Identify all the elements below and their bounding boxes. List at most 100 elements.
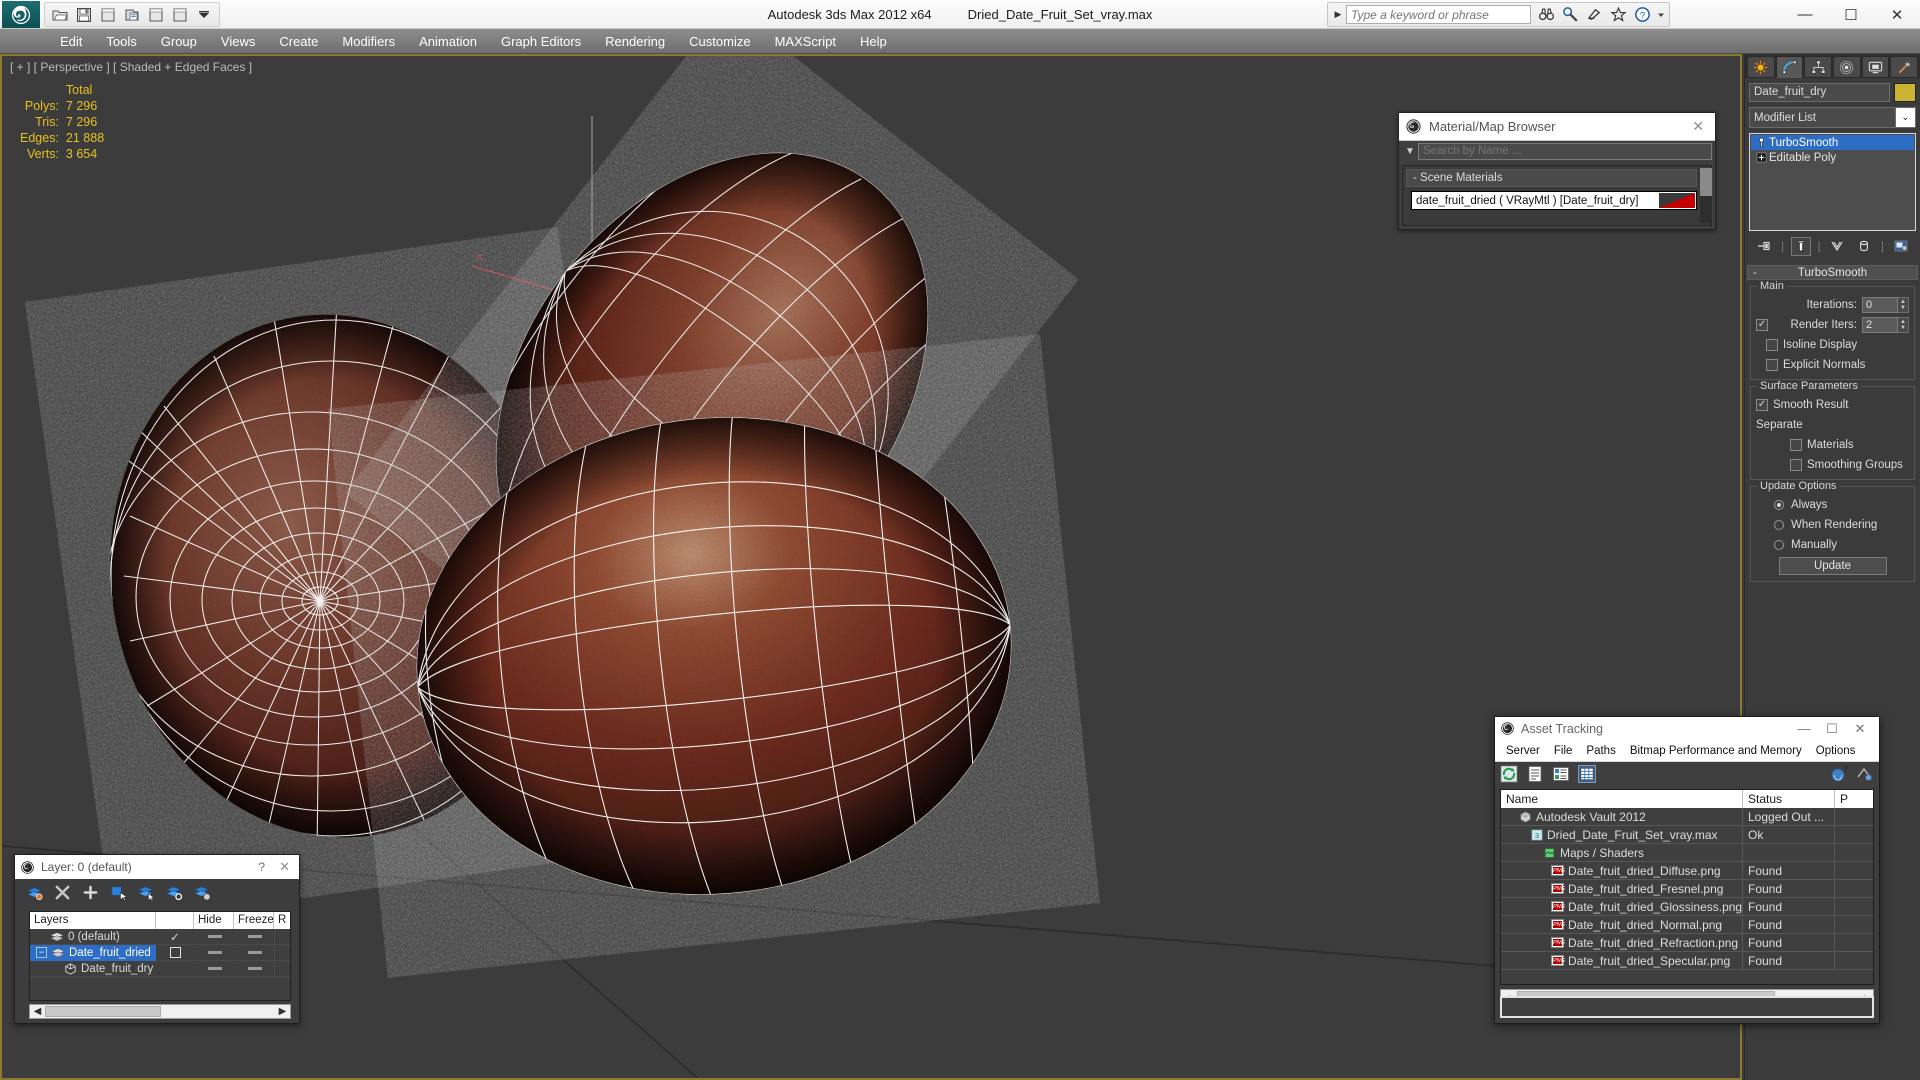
- layer-row-date-fruit-dry[interactable]: Date_fruit_dry: [30, 960, 290, 977]
- asset-row-diffuse[interactable]: PNG Date_fruit_dried_Diffuse.png Found: [1501, 861, 1873, 880]
- layer-freeze-toggle[interactable]: [234, 951, 274, 954]
- maximize-button[interactable]: ☐: [1828, 0, 1874, 29]
- explicit-normals-checkbox[interactable]: [1766, 358, 1778, 371]
- layer-render-toggle[interactable]: [274, 960, 290, 977]
- isoline-display-checkbox[interactable]: [1766, 338, 1778, 351]
- asset-name-cell[interactable]: 3 Dried_Date_Fruit_Set_vray.max: [1501, 825, 1743, 844]
- create-tab[interactable]: [1747, 56, 1775, 78]
- asset-name-cell[interactable]: PNG Date_fruit_dried_Fresnel.png: [1501, 879, 1743, 898]
- render-iters-row[interactable]: Render Iters: 2 ▲▼: [1756, 316, 1909, 333]
- layer-toolbar[interactable]: [15, 879, 299, 905]
- search-expand-icon[interactable]: ▶: [1330, 4, 1346, 25]
- update-button[interactable]: Update: [1778, 557, 1887, 575]
- asset-name-cell[interactable]: PNG Date_fruit_dried_Diffuse.png: [1501, 861, 1743, 880]
- dropdown-icon[interactable]: [1655, 4, 1667, 25]
- material-browser-body[interactable]: - Scene Materials date_fruit_dried ( VRa…: [1402, 165, 1712, 226]
- new-scene-icon[interactable]: [145, 4, 167, 25]
- update-always-radio[interactable]: [1774, 499, 1784, 510]
- help-icon[interactable]: ?: [1631, 4, 1654, 25]
- layer-hide-toggle[interactable]: [194, 951, 234, 954]
- asset-name-cell[interactable]: PNG Date_fruit_dried_Specular.png: [1501, 951, 1743, 970]
- utilities-tab[interactable]: [1890, 56, 1919, 78]
- menu-item-tools[interactable]: Tools: [94, 29, 148, 54]
- window-controls[interactable]: — ☐ ✕: [1782, 0, 1920, 29]
- pin-stack-icon[interactable]: [1754, 237, 1774, 256]
- asset-tracking-toolbar[interactable]: ?: [1495, 762, 1879, 786]
- layer-render-toggle[interactable]: [274, 944, 290, 961]
- rollout-header[interactable]: - TurboSmooth: [1747, 265, 1918, 280]
- wrench-icon[interactable]: [1559, 4, 1582, 25]
- material-search-row[interactable]: ▼: [1399, 141, 1715, 161]
- modifier-stack-item-turbosmooth[interactable]: TurboSmooth: [1751, 135, 1914, 150]
- close-icon[interactable]: ✕: [275, 859, 294, 875]
- turbosmooth-rollout[interactable]: - TurboSmooth Main Iterations: 0 ▲▼ Rend…: [1747, 265, 1918, 582]
- smooth-result-checkbox[interactable]: [1756, 398, 1768, 411]
- update-when-rendering-row[interactable]: When Rendering: [1756, 516, 1909, 533]
- iterations-spinner[interactable]: 0 ▲ ▼: [1862, 296, 1909, 313]
- select-objects-icon[interactable]: [109, 883, 127, 901]
- update-always-row[interactable]: Always: [1756, 496, 1909, 513]
- date-fruit-left[interactable]: [77, 285, 594, 866]
- update-manually-row[interactable]: Manually: [1756, 536, 1909, 553]
- layer-freeze-toggle[interactable]: [234, 967, 274, 970]
- filter-dropdown-icon[interactable]: ▼: [1402, 146, 1418, 157]
- show-end-result-icon[interactable]: [1790, 236, 1811, 256]
- display-tab[interactable]: [1861, 56, 1890, 78]
- material-search-input[interactable]: [1418, 142, 1712, 160]
- asset-row-refraction[interactable]: PNG Date_fruit_dried_Refraction.png Foun…: [1501, 933, 1873, 952]
- star-icon[interactable]: [1607, 4, 1630, 25]
- save-file-icon[interactable]: [73, 4, 95, 25]
- layer-panel[interactable]: Layer: 0 (default) ? ✕ Layers Hide Freez…: [14, 854, 300, 1024]
- render-iters-value[interactable]: 2: [1862, 316, 1898, 333]
- delete-layer-icon[interactable]: [53, 883, 71, 901]
- scroll-right-icon[interactable]: ▶: [275, 1006, 290, 1017]
- modify-tab[interactable]: [1775, 56, 1804, 78]
- menu-item-animation[interactable]: Animation: [407, 29, 489, 54]
- asset-row-maps-shaders[interactable]: Maps / Shaders: [1501, 843, 1873, 862]
- grid-view-icon[interactable]: [1578, 765, 1596, 783]
- max-logo-icon[interactable]: [2, 1, 40, 28]
- new-layer-icon[interactable]: [25, 883, 43, 901]
- asset-row-glossiness[interactable]: PNG Date_fruit_dried_Glossiness.png Foun…: [1501, 897, 1873, 916]
- highlight-selected-icon[interactable]: [165, 883, 183, 901]
- asset-row-specular[interactable]: PNG Date_fruit_dried_Specular.png Found: [1501, 951, 1873, 970]
- asset-tracking-menu-bar[interactable]: Server File Paths Bitmap Performance and…: [1495, 740, 1879, 762]
- spinner-arrows-icon[interactable]: ▲ ▼: [1898, 296, 1909, 313]
- layer-name-cell[interactable]: − Date_fruit_dried: [30, 944, 156, 961]
- menu-item-bitmap-performance[interactable]: Bitmap Performance and Memory: [1623, 740, 1809, 762]
- command-panel-tabs[interactable]: [1745, 54, 1920, 78]
- status-icon[interactable]: [1856, 765, 1874, 783]
- satellite-icon[interactable]: [1583, 4, 1606, 25]
- material-browser-scrollbar[interactable]: [1700, 168, 1712, 223]
- close-button[interactable]: ✕: [1874, 0, 1920, 29]
- object-name-row[interactable]: Date_fruit_dry: [1745, 78, 1920, 102]
- object-name-field[interactable]: Date_fruit_dry: [1749, 83, 1890, 102]
- refresh-icon[interactable]: [1500, 765, 1518, 783]
- menu-item-file[interactable]: File: [1547, 740, 1580, 762]
- layer-row-date-fruit-dried[interactable]: − Date_fruit_dried: [30, 944, 290, 961]
- qat-dropdown-icon[interactable]: [193, 4, 215, 25]
- close-button[interactable]: ✕: [1846, 721, 1874, 737]
- select-highlighted-icon[interactable]: [137, 883, 155, 901]
- menu-item-views[interactable]: Views: [209, 29, 267, 54]
- collapse-icon[interactable]: -: [1753, 267, 1757, 279]
- scroll-left-icon[interactable]: ◀: [30, 1006, 45, 1017]
- search-input[interactable]: [1346, 5, 1531, 24]
- open-file-icon[interactable]: [49, 4, 71, 25]
- configure-sets-icon[interactable]: [1891, 237, 1911, 256]
- layer-panel-horizontal-scrollbar[interactable]: ◀ ▶: [29, 1004, 291, 1019]
- layer-freeze-toggle[interactable]: [234, 935, 274, 938]
- list-view-icon[interactable]: [1526, 765, 1544, 783]
- scene-materials-group[interactable]: - Scene Materials: [1406, 169, 1697, 187]
- iterations-row[interactable]: Iterations: 0 ▲ ▼: [1756, 296, 1909, 313]
- isoline-display-row[interactable]: Isoline Display: [1756, 336, 1909, 353]
- asset-tracking-window[interactable]: Asset Tracking — ☐ ✕ Server File Paths B…: [1494, 716, 1880, 1024]
- search-toolbar[interactable]: ▶ ?: [1327, 2, 1670, 27]
- asset-name-cell[interactable]: PNG Date_fruit_dried_Refraction.png: [1501, 933, 1743, 952]
- motion-tab[interactable]: [1833, 56, 1861, 78]
- quick-access-toolbar[interactable]: [44, 2, 220, 27]
- modifier-stack[interactable]: TurboSmooth Editable Poly: [1749, 133, 1916, 231]
- layer-list[interactable]: Layers Hide Freeze R 0 (default) ✓ − Dat…: [29, 911, 291, 1001]
- expander-icon[interactable]: −: [36, 947, 47, 958]
- menu-item-modifiers[interactable]: Modifiers: [330, 29, 407, 54]
